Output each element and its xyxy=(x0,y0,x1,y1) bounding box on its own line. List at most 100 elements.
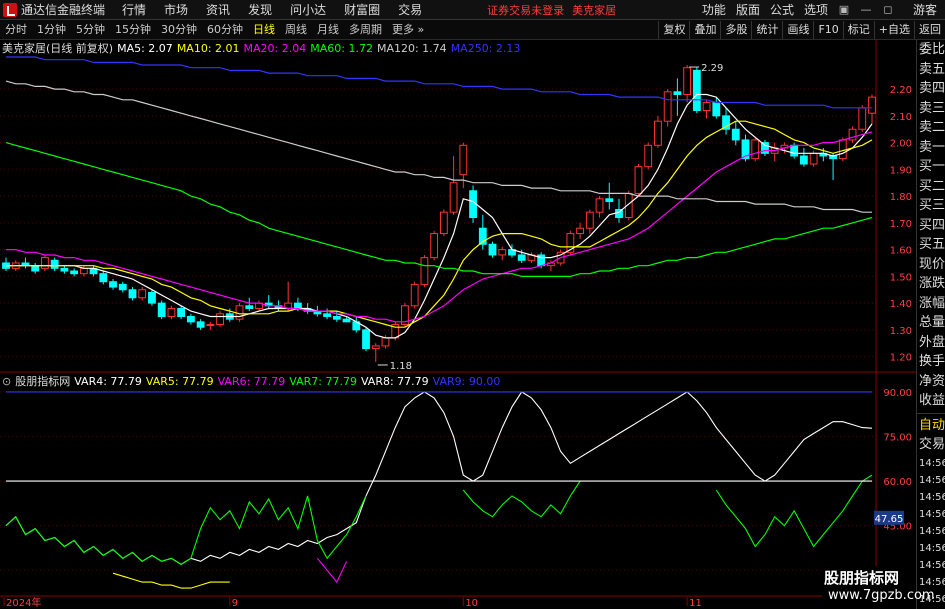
high-label: 2.29 xyxy=(701,63,723,74)
price-tick-label: 1.80 xyxy=(890,192,912,203)
candle-body xyxy=(644,144,653,168)
indicator-line-var4 xyxy=(5,391,873,565)
candle-body xyxy=(673,91,682,95)
price-chart: 2.29 1.18 xyxy=(2,56,876,372)
side-panel-item[interactable]: 委比 xyxy=(917,40,945,60)
candle-body xyxy=(342,318,351,323)
candle-body xyxy=(362,329,370,350)
tick-time: 14:56 xyxy=(919,474,945,486)
side-panel-item[interactable]: 卖五 xyxy=(917,60,945,80)
side-panel-item[interactable]: 外盘 xyxy=(917,333,945,353)
candle-body xyxy=(498,249,507,256)
tick-time: 14:56 xyxy=(919,525,945,537)
side-panel-item[interactable]: 现价 xyxy=(917,255,945,275)
price-tick-label: 1.90 xyxy=(890,165,912,176)
candle-body xyxy=(99,273,108,283)
side-panel-item[interactable]: 涨幅 xyxy=(917,294,945,314)
date-tick-label: 10 xyxy=(465,598,478,609)
side-panel-item[interactable]: 卖二 xyxy=(917,118,945,138)
side-panel-divider xyxy=(917,412,945,414)
candle-body xyxy=(868,96,876,114)
candle-body xyxy=(294,302,302,309)
candle-body xyxy=(118,283,127,291)
side-panel-item[interactable]: 买四 xyxy=(917,216,945,236)
candle-body xyxy=(206,324,215,327)
side-panel: 委比 卖五 卖四 卖三 卖二 卖一 买一 买二 买三 买四 买五 现价 涨跌 涨幅 总量 外盘 换手 净资 收益自动… xyxy=(916,40,945,609)
candle-body xyxy=(439,211,448,235)
candle-body xyxy=(751,139,760,160)
side-panel-item[interactable]: 买五 xyxy=(917,235,945,255)
candle-body xyxy=(731,128,740,141)
watermark: 股朋指标网 www.7gpzb.com xyxy=(822,566,935,609)
candle-body xyxy=(410,283,419,307)
side-panel-item[interactable]: 换手 xyxy=(917,352,945,372)
candle-body xyxy=(585,211,594,229)
candle-body xyxy=(157,302,166,317)
candle-body xyxy=(809,152,818,165)
side-panel-item[interactable]: 卖四 xyxy=(917,79,945,99)
indicator-tick-label: 90.00 xyxy=(883,388,912,399)
chart-canvas[interactable]: 2.29 1.18 2.20 2.10 2.00 1.90 1.80 1.70 1.60 1.5… xyxy=(0,0,916,609)
price-tick-label: 1.50 xyxy=(890,272,912,283)
candle-body xyxy=(60,267,69,272)
candle-body xyxy=(186,315,195,323)
candle-body xyxy=(50,259,59,269)
candle-body xyxy=(790,144,799,157)
date-tick-label: 11 xyxy=(689,598,702,609)
candle-body xyxy=(332,315,341,320)
back-button[interactable]: 返回 xyxy=(914,20,945,39)
candle-body xyxy=(634,166,643,194)
price-tick-label: 2.20 xyxy=(890,85,912,96)
indicator-line-var5 xyxy=(112,572,230,589)
side-panel-item[interactable]: 涨跌 xyxy=(917,274,945,294)
side-panel-tab[interactable]: 交易 xyxy=(917,435,945,455)
side-panel-item[interactable]: 买一 xyxy=(917,157,945,177)
candle-body xyxy=(692,69,701,112)
candle-body xyxy=(177,307,186,317)
candle-body xyxy=(605,198,614,202)
chart-axes: 2.20 2.10 2.00 1.90 1.80 1.70 1.60 1.50 1.40 1.30… xyxy=(3,85,912,609)
candle-body xyxy=(838,139,847,160)
candle-body xyxy=(517,254,526,261)
side-panel-item[interactable]: 净资 xyxy=(917,372,945,392)
candle-body xyxy=(323,313,332,317)
side-panel-item[interactable]: 卖三 xyxy=(917,99,945,119)
tick-time: 14:56 xyxy=(919,457,945,469)
indicator-line-var7 xyxy=(5,495,367,565)
candle-body xyxy=(138,289,147,299)
side-panel-item[interactable]: 买二 xyxy=(917,177,945,197)
candle-body xyxy=(654,120,662,146)
side-panel-item[interactable]: 买三 xyxy=(917,196,945,216)
chart-grid xyxy=(0,40,916,597)
candle-body xyxy=(459,144,468,176)
indicator-chart xyxy=(5,391,873,589)
candle-body xyxy=(576,227,584,235)
candle-body xyxy=(683,67,692,95)
watermark-url: www.7gpzb.com xyxy=(828,588,935,603)
indicator-line-var7 xyxy=(715,474,873,548)
candle-body xyxy=(595,198,604,213)
tick-time: 14:56 xyxy=(919,508,945,520)
price-tick-label: 1.20 xyxy=(890,353,912,364)
watermark-title: 股朋指标网 xyxy=(824,569,900,587)
indicator-line-var7 xyxy=(462,480,581,518)
candle-body xyxy=(41,257,49,269)
candle-body xyxy=(712,101,721,117)
candle-body xyxy=(70,270,79,275)
candle-body xyxy=(245,305,254,309)
candle-body xyxy=(449,182,458,213)
tick-time: 14:56 xyxy=(919,559,945,571)
price-tick-label: 2.00 xyxy=(890,139,912,150)
side-panel-item[interactable]: 卖一 xyxy=(917,138,945,158)
side-panel-tab[interactable]: 自动 xyxy=(917,416,945,436)
side-panel-item[interactable]: 总量 xyxy=(917,313,945,333)
side-panel-item[interactable]: 收益 xyxy=(917,391,945,411)
indicator-tick-label: 60.00 xyxy=(883,477,912,488)
candle-body xyxy=(31,265,40,272)
candle-body xyxy=(858,107,867,130)
date-tick-label: 2024年 xyxy=(6,596,41,609)
low-label: 1.18 xyxy=(390,361,412,372)
ma-line-ma60 xyxy=(5,142,873,277)
candle-body xyxy=(663,91,672,122)
candle-body xyxy=(488,243,497,256)
